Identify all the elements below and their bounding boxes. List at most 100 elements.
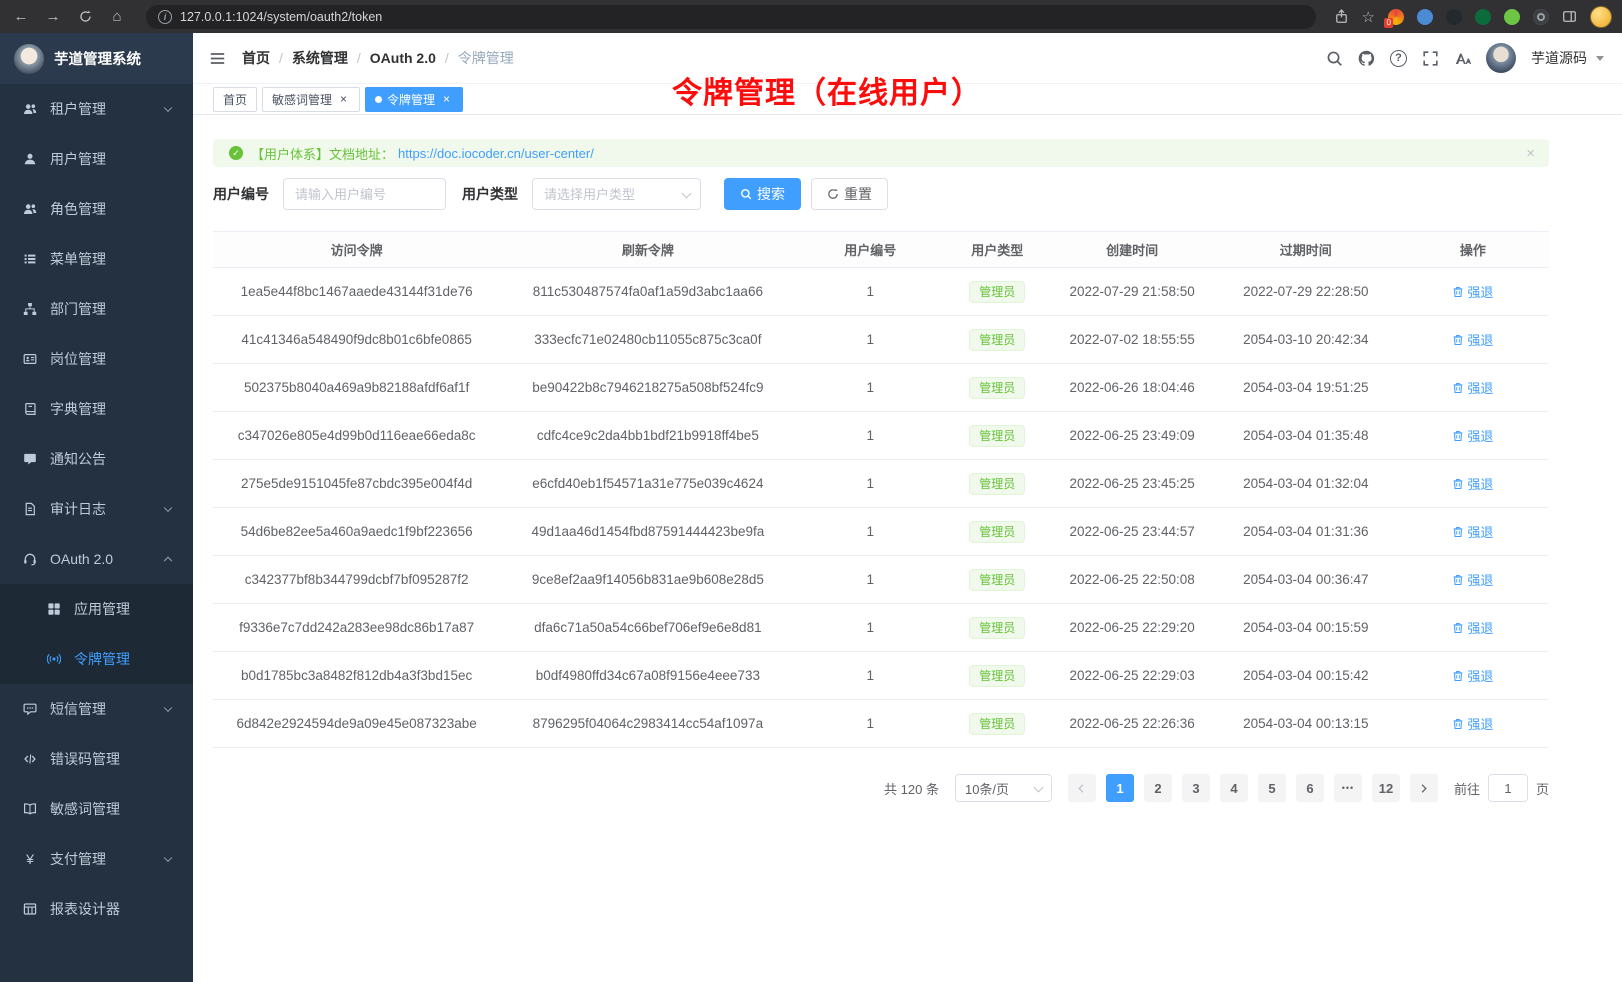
sidebar-item[interactable]: 敏感词管理 xyxy=(0,784,193,834)
page-button[interactable]: 3 xyxy=(1182,774,1210,802)
doc-link[interactable]: https://doc.iocoder.cn/user-center/ xyxy=(398,146,594,161)
search-icon[interactable] xyxy=(1326,50,1343,67)
page-button[interactable]: 12 xyxy=(1372,774,1400,802)
force-logout-button[interactable]: 强退 xyxy=(1452,378,1493,397)
address-bar[interactable]: i 127.0.0.1:1024/system/oauth2/token xyxy=(146,5,1316,29)
prev-page-button[interactable] xyxy=(1068,774,1096,802)
menu-label: 支付管理 xyxy=(50,849,106,869)
browser-profile-avatar[interactable] xyxy=(1590,6,1612,28)
page-button[interactable]: ••• xyxy=(1334,774,1362,802)
force-logout-button[interactable]: 强退 xyxy=(1452,282,1493,301)
sidebar-item[interactable]: 审计日志 xyxy=(0,484,193,534)
github-icon[interactable] xyxy=(1358,50,1375,67)
chevron-icon xyxy=(164,854,172,862)
force-logout-button[interactable]: 强退 xyxy=(1452,666,1493,685)
goto-page-input[interactable] xyxy=(1488,774,1528,802)
page-button[interactable]: 1 xyxy=(1106,774,1134,802)
next-page-button[interactable] xyxy=(1410,774,1438,802)
page-button[interactable]: 6 xyxy=(1296,774,1324,802)
page-size-select[interactable]: 10条/页 xyxy=(955,774,1052,802)
force-logout-button[interactable]: 强退 xyxy=(1452,426,1493,445)
tab-close-icon[interactable]: × xyxy=(440,93,453,106)
user-type-select[interactable] xyxy=(532,178,701,210)
fullscreen-icon[interactable] xyxy=(1422,50,1439,67)
bookmark-star-icon[interactable]: ☆ xyxy=(1362,8,1375,26)
browser-forward-button[interactable]: → xyxy=(42,6,64,28)
reset-button[interactable]: 重置 xyxy=(811,178,888,210)
sidebar-item[interactable]: 短信管理 xyxy=(0,684,193,734)
tab-close-icon[interactable]: × xyxy=(337,93,350,106)
extension-icon[interactable] xyxy=(1446,9,1462,25)
user-menu-caret-icon[interactable] xyxy=(1596,56,1604,61)
breadcrumb-item[interactable]: 令牌管理 xyxy=(458,48,514,68)
chevron-down-icon xyxy=(1034,783,1044,793)
sidebar-item[interactable]: 岗位管理 xyxy=(0,334,193,384)
refresh-token-cell: 333ecfc71e02480cb11055c875c3ca0f xyxy=(500,316,795,364)
sidebar-item[interactable]: 字典管理 xyxy=(0,384,193,434)
extension-icon[interactable] xyxy=(1417,9,1433,25)
sidebar-item[interactable]: 错误码管理 xyxy=(0,734,193,784)
sidebar-item[interactable]: 租户管理 xyxy=(0,84,193,134)
force-logout-button[interactable]: 强退 xyxy=(1452,330,1493,349)
share-icon[interactable] xyxy=(1334,9,1349,24)
column-header: 用户编号 xyxy=(795,232,945,268)
sidebar-item[interactable]: 菜单管理 xyxy=(0,234,193,284)
site-info-icon[interactable]: i xyxy=(158,10,172,24)
browser-home-button[interactable]: ⌂ xyxy=(106,6,128,28)
page-button[interactable]: 5 xyxy=(1258,774,1286,802)
breadcrumb-item[interactable]: 系统管理 xyxy=(292,48,370,68)
pagination: 共 120 条 10条/页 123456•••12 前往 页 xyxy=(213,774,1549,802)
sidebar-item[interactable]: 报表设计器 xyxy=(0,884,193,934)
search-button[interactable]: 搜索 xyxy=(724,178,801,210)
sidebar-item[interactable]: 用户管理 xyxy=(0,134,193,184)
force-logout-button[interactable]: 强退 xyxy=(1452,714,1493,733)
force-logout-button[interactable]: 强退 xyxy=(1452,522,1493,541)
user-avatar[interactable] xyxy=(1486,43,1516,73)
menu-icon xyxy=(22,302,38,316)
extension-icon[interactable]: 0 xyxy=(1388,9,1404,25)
breadcrumb-item[interactable]: OAuth 2.0 xyxy=(370,50,458,66)
help-icon[interactable]: ? xyxy=(1390,50,1407,67)
tab[interactable]: 首页 × xyxy=(213,87,257,112)
extension-icon[interactable] xyxy=(1475,9,1491,25)
user-type-tag: 管理员 xyxy=(969,377,1025,399)
force-logout-button[interactable]: 强退 xyxy=(1452,618,1493,637)
table-row: b0d1785bc3a8482f812db4a3f3bd15ec b0df498… xyxy=(213,652,1549,700)
column-header: 访问令牌 xyxy=(213,232,500,268)
browser-refresh-button[interactable] xyxy=(74,6,96,28)
extension-badge: 0 xyxy=(1384,18,1393,28)
column-header: 过期时间 xyxy=(1215,232,1397,268)
sidebar-item[interactable]: OAuth 2.0 xyxy=(0,534,193,584)
alert-close-icon[interactable]: × xyxy=(1526,146,1535,161)
collapse-sidebar-icon[interactable] xyxy=(209,50,226,67)
table-row: 54d6be82ee5a460a9aedc1f9bf223656 49d1aa4… xyxy=(213,508,1549,556)
menu-label: 报表设计器 xyxy=(50,899,120,919)
font-size-icon[interactable] xyxy=(1454,50,1471,67)
force-logout-button[interactable]: 强退 xyxy=(1452,474,1493,493)
actions-cell: 强退 xyxy=(1397,268,1549,316)
user-name[interactable]: 芋道源码 xyxy=(1531,48,1587,68)
page-button[interactable]: 4 xyxy=(1220,774,1248,802)
sidebar-item[interactable]: ¥ 支付管理 xyxy=(0,834,193,884)
tab[interactable]: 令牌管理 × xyxy=(365,87,463,112)
sidebar-item[interactable]: 部门管理 xyxy=(0,284,193,334)
force-logout-button[interactable]: 强退 xyxy=(1452,570,1493,589)
page-button[interactable]: 2 xyxy=(1144,774,1172,802)
column-header: 用户类型 xyxy=(945,232,1049,268)
app-logo-row[interactable]: 芋道管理系统 xyxy=(0,33,193,84)
extensions-puzzle-icon[interactable] xyxy=(1504,9,1520,25)
user-id-input[interactable] xyxy=(283,178,446,210)
tab[interactable]: 敏感词管理 × xyxy=(262,87,360,112)
expire-time-cell: 2054-03-10 20:42:34 xyxy=(1215,316,1397,364)
created-time-cell: 2022-06-25 23:45:25 xyxy=(1049,460,1215,508)
extension-icon[interactable] xyxy=(1533,9,1549,25)
sidebar-item[interactable]: 令牌管理 xyxy=(0,634,193,684)
browser-back-button[interactable]: ← xyxy=(10,6,32,28)
user-type-tag: 管理员 xyxy=(969,473,1025,495)
split-view-icon[interactable] xyxy=(1562,9,1577,24)
sidebar-item[interactable]: 应用管理 xyxy=(0,584,193,634)
breadcrumb-item[interactable]: 首页 xyxy=(242,48,292,68)
sidebar-item[interactable]: 通知公告 xyxy=(0,434,193,484)
sidebar-item[interactable]: 角色管理 xyxy=(0,184,193,234)
user-id-cell: 1 xyxy=(795,364,945,412)
